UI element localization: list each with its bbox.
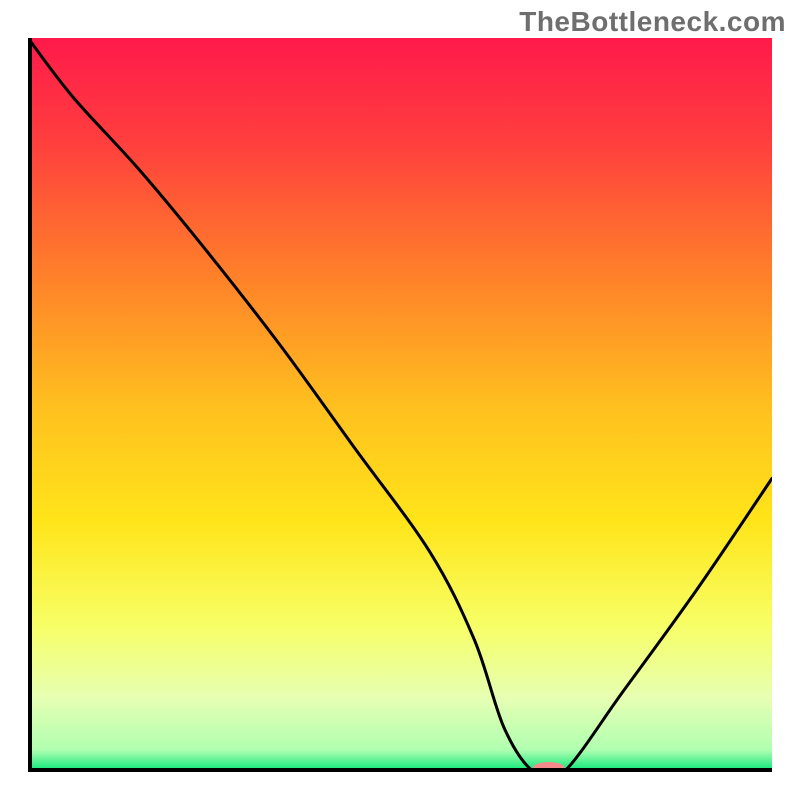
- gradient-background: [28, 38, 772, 772]
- chart-svg: [28, 38, 772, 772]
- watermark-label: TheBottleneck.com: [519, 6, 786, 38]
- chart-root: TheBottleneck.com: [0, 0, 800, 800]
- plot-area: [28, 38, 772, 772]
